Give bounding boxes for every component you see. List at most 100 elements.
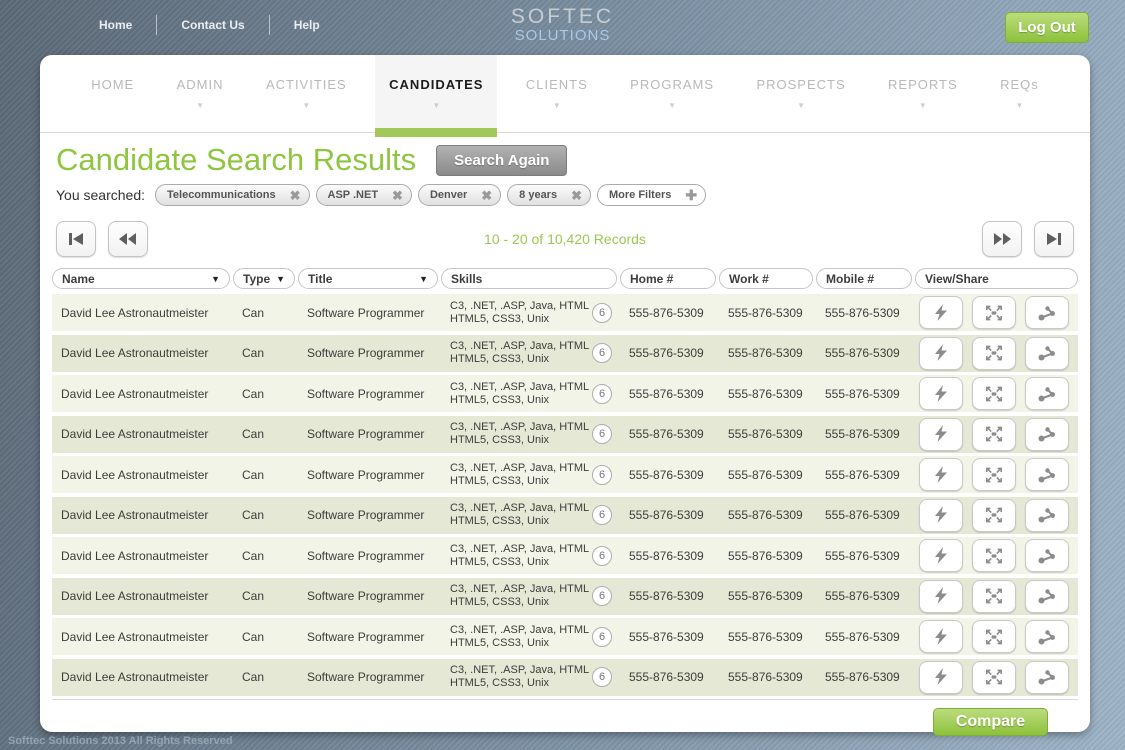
skills-count-badge[interactable]: 6 [592,465,612,485]
sort-dropdown-icon[interactable]: ▼ [419,274,428,284]
filter-chip-denver[interactable]: Denver ✖ [418,184,501,206]
column-label: Type [243,272,270,286]
remove-filter-icon[interactable]: ✖ [571,189,582,202]
page-title: Candidate Search Results [56,142,416,178]
expand-view-button[interactable] [972,580,1016,613]
quick-action-button[interactable] [919,296,963,329]
chevron-down-icon: ▼ [919,101,927,111]
table-row[interactable]: David Lee Astronautmeister Can Software … [52,618,1078,655]
table-row[interactable]: David Lee Astronautmeister Can Software … [52,659,1078,696]
search-again-button[interactable]: Search Again [436,145,567,176]
column-header-name[interactable]: Name ▼ [52,268,230,289]
filter-chip-8-years[interactable]: 8 years ✖ [507,184,591,206]
nav-item-clients[interactable]: CLIENTS ▼ [512,55,602,132]
share-button[interactable] [1025,499,1069,532]
nav-item-candidates[interactable]: CANDIDATES ▼ [375,55,497,132]
quick-action-button[interactable] [919,499,963,532]
top-link-contact-us[interactable]: Contact Us [157,14,268,36]
next-page-button[interactable] [982,221,1022,257]
table-row[interactable]: David Lee Astronautmeister Can Software … [52,456,1078,493]
nav-item-admin[interactable]: ADMIN ▼ [163,55,238,132]
column-header-title[interactable]: Title ▼ [298,268,438,289]
column-header-type[interactable]: Type ▼ [233,268,295,289]
skills-count-badge[interactable]: 6 [592,667,612,687]
candidate-title-cell: Software Programmer [298,468,438,482]
compare-button[interactable]: Compare [933,708,1048,736]
quick-action-button[interactable] [919,539,963,572]
table-row[interactable]: David Lee Astronautmeister Can Software … [52,537,1078,574]
skills-text: C3, .NET, .ASP, Java, HTML HTML5, CSS3, … [450,300,589,326]
skills-count-badge[interactable]: 6 [592,343,612,363]
share-button[interactable] [1025,418,1069,451]
top-link-help[interactable]: Help [270,14,344,36]
share-button[interactable] [1025,539,1069,572]
quick-action-button[interactable] [919,580,963,613]
nav-label: ADMIN [177,77,224,92]
home-phone-cell: 555-876-5309 [620,630,716,644]
share-button[interactable] [1025,296,1069,329]
nav-item-activities[interactable]: ACTIVITIES ▼ [252,55,361,132]
expand-view-button[interactable] [972,458,1016,491]
quick-action-button[interactable] [919,661,963,694]
skills-count-badge[interactable]: 6 [592,546,612,566]
skills-count-badge[interactable]: 6 [592,384,612,404]
spacer [112,101,114,111]
quick-action-button[interactable] [919,458,963,491]
expand-view-button[interactable] [972,337,1016,370]
nav-item-reqs[interactable]: REQs ▼ [986,55,1053,132]
expand-view-button[interactable] [972,661,1016,694]
expand-view-button[interactable] [972,418,1016,451]
sort-dropdown-icon[interactable]: ▼ [211,274,220,284]
share-button[interactable] [1025,661,1069,694]
work-phone-cell: 555-876-5309 [719,589,813,603]
skills-text: C3, .NET, .ASP, Java, HTML HTML5, CSS3, … [450,583,589,609]
filter-chip-telecommunications[interactable]: Telecommunications ✖ [155,184,310,206]
nav-item-reports[interactable]: REPORTS ▼ [874,55,972,132]
share-button[interactable] [1025,337,1069,370]
share-button[interactable] [1025,580,1069,613]
share-icon [1037,344,1057,362]
more-filters-button[interactable]: More Filters ✚ [597,184,706,206]
sort-dropdown-icon[interactable]: ▼ [276,274,285,284]
table-row[interactable]: David Lee Astronautmeister Can Software … [52,335,1078,372]
quick-action-button[interactable] [919,418,963,451]
last-page-button[interactable] [1034,221,1074,257]
expand-view-button[interactable] [972,296,1016,329]
remove-filter-icon[interactable]: ✖ [392,189,403,202]
skills-count-badge[interactable]: 6 [592,586,612,606]
top-link-home[interactable]: Home [75,14,156,36]
last-page-icon [1044,231,1064,247]
lightning-icon [933,425,949,443]
table-row[interactable]: David Lee Astronautmeister Can Software … [52,578,1078,615]
quick-action-button[interactable] [919,337,963,370]
table-row[interactable]: David Lee Astronautmeister Can Software … [52,375,1078,412]
view-share-cell [915,661,1078,694]
quick-action-button[interactable] [919,620,963,653]
skills-count-badge[interactable]: 6 [592,505,612,525]
quick-action-button[interactable] [919,377,963,410]
skills-count-badge[interactable]: 6 [592,627,612,647]
remove-filter-icon[interactable]: ✖ [290,189,301,202]
nav-item-home[interactable]: HOME [77,55,148,132]
expand-view-button[interactable] [972,620,1016,653]
table-row[interactable]: David Lee Astronautmeister Can Software … [52,416,1078,453]
table-row[interactable]: David Lee Astronautmeister Can Software … [52,497,1078,534]
candidate-skills-cell: C3, .NET, .ASP, Java, HTML HTML5, CSS3, … [441,543,617,569]
share-button[interactable] [1025,620,1069,653]
skills-count-badge[interactable]: 6 [592,424,612,444]
share-button[interactable] [1025,458,1069,491]
expand-view-button[interactable] [972,377,1016,410]
remove-filter-icon[interactable]: ✖ [481,189,492,202]
expand-view-button[interactable] [972,539,1016,572]
candidate-skills-cell: C3, .NET, .ASP, Java, HTML HTML5, CSS3, … [441,300,617,326]
expand-view-button[interactable] [972,499,1016,532]
skills-count-badge[interactable]: 6 [592,303,612,323]
nav-item-prospects[interactable]: PROSPECTS ▼ [742,55,859,132]
records-count-text: 10 - 20 of 10,420 Records [52,221,1078,257]
share-button[interactable] [1025,377,1069,410]
log-out-button[interactable]: Log Out [1005,12,1089,43]
filter-chip-asp-net[interactable]: ASP .NET ✖ [316,184,412,206]
table-row[interactable]: David Lee Astronautmeister Can Software … [52,294,1078,331]
nav-item-programs[interactable]: PROGRAMS ▼ [616,55,728,132]
candidate-title-cell: Software Programmer [298,387,438,401]
